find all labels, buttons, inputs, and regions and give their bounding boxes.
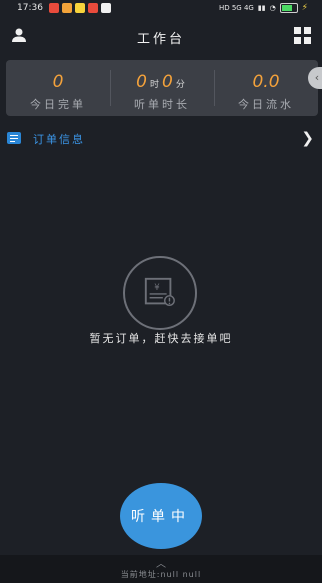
- hours-value: 0: [136, 72, 147, 92]
- page-title: 工作台: [136, 32, 185, 47]
- list-icon: [7, 132, 21, 144]
- hours-unit: 时: [149, 80, 159, 90]
- listening-time-value: 0时0分: [110, 72, 214, 92]
- battery-icon: [279, 3, 298, 13]
- notification-icon-1: [49, 3, 59, 13]
- order-info-row[interactable]: 订单信息 ❯: [0, 128, 322, 150]
- notification-icon-4: [88, 3, 98, 13]
- svg-text:¥: ¥: [154, 283, 160, 293]
- stats-card: 0 今日完单 0时0分 听单时长 0.0 今日流水: [6, 60, 318, 116]
- completed-orders-label: 今日完单: [30, 98, 86, 111]
- current-location-text: 当前地址:null null: [120, 570, 202, 579]
- listening-time-label: 听单时长: [134, 98, 190, 111]
- notification-icon-5: [101, 3, 111, 13]
- notification-icon-3: [75, 3, 85, 13]
- status-time: 17:36: [17, 3, 43, 13]
- status-right: HD 5G 4G ▮▮ ◔ ⚡: [219, 3, 308, 13]
- status-bar: 17:36 HD 5G 4G ▮▮ ◔ ⚡: [0, 0, 322, 16]
- stat-listening-time: 0时0分 听单时长: [110, 60, 214, 116]
- signal-icon: ▮▮: [257, 4, 266, 12]
- charging-icon: ⚡: [301, 3, 308, 13]
- app-bar: 工作台: [0, 16, 322, 56]
- grid-icon[interactable]: [294, 27, 312, 45]
- chevron-right-icon: ❯: [301, 129, 314, 147]
- completed-orders-value: 0: [52, 72, 64, 92]
- notification-icon-2: [62, 3, 72, 13]
- stat-completed-orders: 0 今日完单: [6, 60, 110, 116]
- notification-icons: [49, 3, 111, 13]
- daily-revenue-value: 0.0: [252, 72, 280, 92]
- listening-button[interactable]: 听单中: [120, 483, 202, 549]
- stat-daily-revenue: 0.0 今日流水: [214, 60, 318, 116]
- bottom-bar[interactable]: ︿ 当前地址:null null: [0, 555, 322, 583]
- daily-revenue-label: 今日流水: [238, 98, 294, 111]
- minutes-value: 0: [162, 72, 173, 92]
- chevron-up-icon[interactable]: ︿: [0, 555, 322, 570]
- minutes-unit: 分: [175, 80, 185, 90]
- order-info-label: 订单信息: [33, 133, 85, 146]
- network-indicator: HD 5G 4G: [218, 4, 254, 12]
- empty-orders-message: 暂无订单，赶快去接单吧: [89, 332, 233, 345]
- wifi-icon: ◔: [269, 4, 276, 12]
- empty-orders-icon: ¥: [123, 256, 197, 330]
